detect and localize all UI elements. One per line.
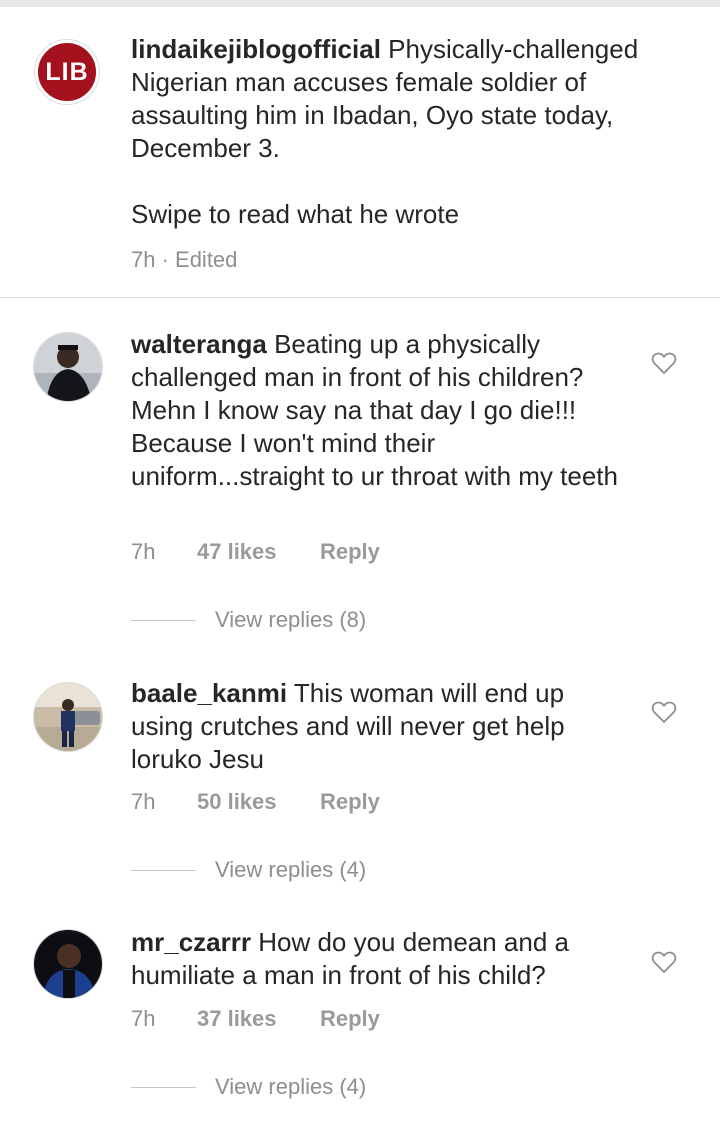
view-replies-label: View replies (8) xyxy=(215,607,367,632)
likes-count[interactable]: 47 likes xyxy=(197,539,320,565)
comment-time: 7h xyxy=(131,789,156,814)
heart-icon[interactable] xyxy=(651,351,677,375)
comment-meta: 7h 47 likes Reply xyxy=(131,539,380,565)
comment-text: mr_czarrr How do you demean and a humili… xyxy=(131,926,621,992)
comment-username[interactable]: baale_kanmi xyxy=(131,678,287,708)
caption-body-2: Swipe to read what he wrote xyxy=(131,199,460,229)
avatar[interactable] xyxy=(33,332,103,402)
comment-username[interactable]: mr_czarrr xyxy=(131,927,251,957)
view-replies-label: View replies (4) xyxy=(215,1074,367,1099)
likes-count[interactable]: 37 likes xyxy=(197,1006,320,1032)
avatar[interactable]: LIB xyxy=(34,39,100,105)
comment-text: baale_kanmi This woman will end up using… xyxy=(131,677,621,776)
caption-divider xyxy=(0,297,720,298)
comments-screen: LIB lindaikejiblogofficial Physically-ch… xyxy=(0,0,720,1128)
reply-button[interactable]: Reply xyxy=(320,539,380,565)
heart-icon[interactable] xyxy=(651,950,677,974)
view-replies-button[interactable]: View replies (4) xyxy=(131,1074,366,1100)
likes-count[interactable]: 50 likes xyxy=(197,789,320,815)
caption-text: lindaikejiblogofficial Physically-challe… xyxy=(131,33,691,231)
lib-logo: LIB xyxy=(35,40,99,104)
avatar[interactable] xyxy=(33,682,103,752)
top-divider xyxy=(0,0,720,7)
replies-line xyxy=(131,619,196,621)
avatar[interactable] xyxy=(33,929,103,999)
replies-line xyxy=(131,1086,196,1088)
heart-icon[interactable] xyxy=(651,700,677,724)
replies-line xyxy=(131,869,196,871)
caption-username[interactable]: lindaikejiblogofficial xyxy=(131,34,381,64)
reply-button[interactable]: Reply xyxy=(320,789,380,815)
comment-time: 7h xyxy=(131,539,156,564)
comment-username[interactable]: walteranga xyxy=(131,329,267,359)
post-caption: LIB lindaikejiblogofficial Physically-ch… xyxy=(0,7,720,297)
view-replies-button[interactable]: View replies (4) xyxy=(131,857,366,883)
view-replies-label: View replies (4) xyxy=(215,857,367,882)
reply-button[interactable]: Reply xyxy=(320,1006,380,1032)
caption-meta: 7h · Edited xyxy=(131,247,238,272)
comment-meta: 7h 50 likes Reply xyxy=(131,789,380,815)
comment-time: 7h xyxy=(131,1006,156,1031)
comment-text: walteranga Beating up a physically chall… xyxy=(131,328,621,493)
logo-text: LIB xyxy=(45,57,89,86)
view-replies-button[interactable]: View replies (8) xyxy=(131,607,366,633)
comment-meta: 7h 37 likes Reply xyxy=(131,1006,380,1032)
